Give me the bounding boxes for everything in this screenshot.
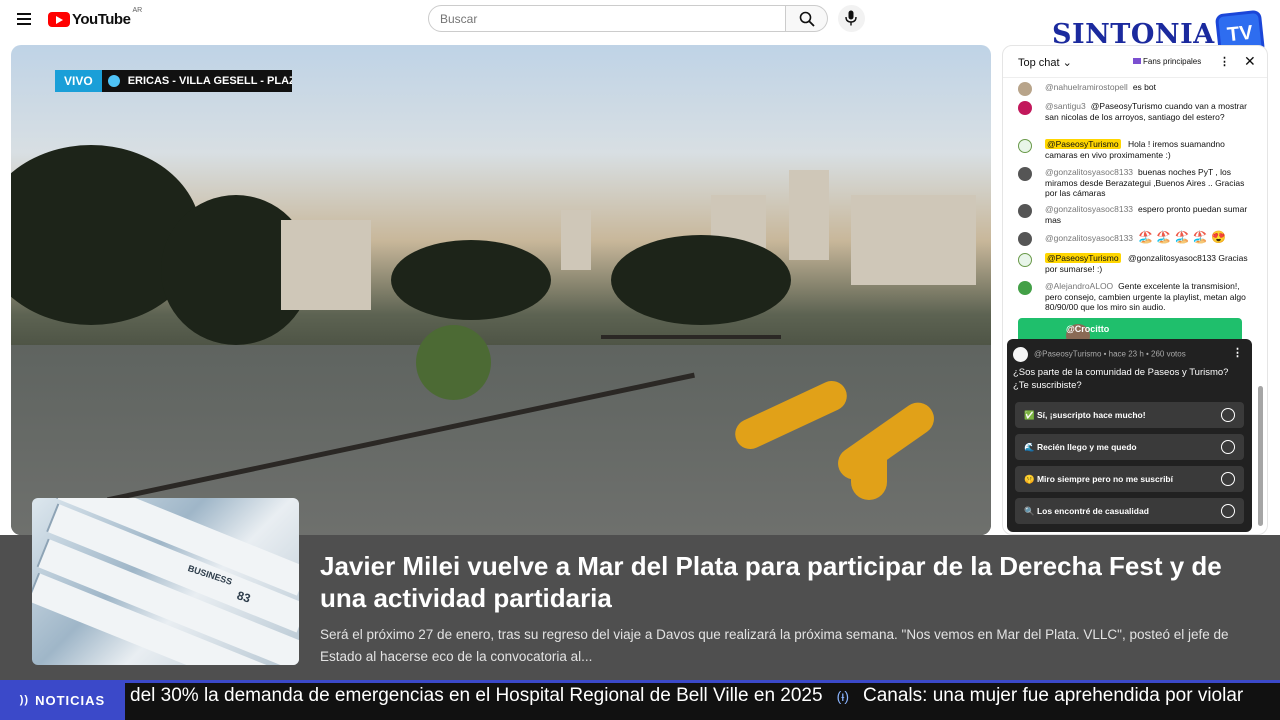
avatar [1018,253,1032,267]
poll-card: @PaseosyTurismo • hace 23 h • 260 votos … [1007,339,1252,532]
radio-icon [1221,504,1235,518]
poll-option[interactable]: 🤫 Miro siempre pero no me suscribí [1015,466,1244,492]
chat-message: @gonzalitosyasoc8133 🏖️ 🏖️ 🏖️ 🏖️ 😍 [1018,230,1248,246]
chat-text: es bot [1132,82,1156,92]
poll-meta: @PaseosyTurismo • hace 23 h • 260 votos [1013,347,1186,362]
poll-option[interactable]: 🌊 Recién llego y me quedo [1015,434,1244,460]
chat-username[interactable]: @santigu3 [1045,101,1086,111]
chat-message: @PaseosyTurismo @gonzalitosyasoc8133 Gra… [1018,253,1248,274]
avatar [1013,347,1028,362]
chat-username[interactable]: @gonzalitosyasoc8133 [1045,204,1133,214]
scene-bush [416,325,491,400]
radio-icon [1221,472,1235,486]
poll-option-label: 🔍 Los encontré de casualidad [1024,506,1149,516]
avatar [1018,281,1032,295]
mic-icon [845,10,857,26]
radio-icon [1221,408,1235,422]
ticker-text: del 30% la demanda de emergencias en el … [130,685,1243,707]
chat-username[interactable]: @nahuelramirostopell [1045,82,1128,92]
scene-slide [851,440,887,500]
chevron-down-icon: ⌄ [1062,57,1072,69]
logo-text: YouTube [72,10,131,28]
broadcast-icon: )) [19,694,30,706]
poll-option-label: 🤫 Miro siempre pero no me suscribí [1024,474,1173,484]
poll-more-options-icon[interactable]: ⋮ [1232,346,1243,359]
poll-option[interactable]: 🔍 Los encontré de casualidad [1015,498,1244,524]
voice-search-button[interactable] [838,5,865,32]
ticker-item: del 30% la demanda de emergencias en el … [130,685,823,706]
chat-message: @PaseosyTurismo Hola ! iremos suamandno … [1018,139,1248,160]
avatar [1018,232,1032,246]
chat-message: @gonzalitosyasoc8133 buenas noches PyT , … [1018,167,1248,199]
avatar [1018,139,1032,153]
scene-building [561,210,591,270]
chat-text: 🏖️ 🏖️ 🏖️ 🏖️ 😍 [1138,230,1227,244]
avatar [1018,101,1032,115]
scene-building [851,195,976,285]
camera-location-label: ERICAS - VILLA GESELL - PLAZ [127,75,292,87]
chat-message: @nahuelramirostopell es bot [1018,82,1248,96]
live-badge: VIVO [55,70,102,92]
news-thumbnail: BUSINESS 83 [32,498,299,665]
crown-icon [1133,58,1141,64]
scene-building [789,170,829,260]
chat-scrollbar[interactable] [1258,386,1263,526]
chat-username[interactable]: @AlejandroALOO [1045,281,1113,291]
chat-username[interactable]: @gonzalitosyasoc8133 [1045,233,1133,243]
camera-location: ERICAS - VILLA GESELL - PLAZ [101,70,292,92]
avatar [1018,167,1032,181]
top-chat-label: Top chat [1018,57,1060,69]
youtube-logo[interactable]: YouTube AR [48,7,143,29]
scene-tree [611,235,791,325]
ticker-label: )) NOTICIAS [0,680,125,720]
poll-option-label: 🌊 Recién llego y me quedo [1024,442,1137,452]
top-chat-dropdown[interactable]: Top chat ⌄ [1018,56,1072,69]
chat-message: @gonzalitosyasoc8133 espero pronto puedan… [1018,204,1248,225]
live-overlay: VIVO ERICAS - VILLA GESELL - PLAZ [55,70,292,92]
chat-username-owner[interactable]: @PaseosyTurismo [1045,139,1121,149]
search-button[interactable] [786,5,828,32]
radio-icon [1221,440,1235,454]
youtube-play-icon [48,11,70,27]
broadcast-icon: (ᵻ) [836,688,849,704]
poll-option-label: ✅ Sí, ¡suscripto hace mucho! [1024,410,1146,420]
ticker-accent-line [125,680,1280,683]
news-summary: Será el próximo 27 de enero, tras su reg… [320,627,1229,664]
ticker-label-text: NOTICIAS [35,692,106,708]
chat-username-owner[interactable]: @PaseosyTurismo [1045,253,1121,263]
ticker-item: Canals: una mujer fue aprehendida por vi… [863,685,1244,706]
scene-tree [391,240,551,320]
super-chat-username: @Crocitto [1066,324,1110,334]
more-options-icon[interactable]: ⋮ [1219,55,1230,69]
search-icon [799,11,815,27]
top-fans-label: Fans principales [1143,57,1202,66]
chat-message: @santigu3 @PaseosyTurismo cuando van a mo… [1018,101,1248,122]
poll-question: ¿Sos parte de la comunidad de Paseos y T… [1013,367,1229,391]
scene-building [281,220,371,310]
chat-username[interactable]: @gonzalitosyasoc8133 [1045,167,1133,177]
video-player[interactable]: VIVO ERICAS - VILLA GESELL - PLAZ [11,45,991,535]
location-pin-icon [107,75,120,87]
logo-country: AR [132,7,143,14]
search-input[interactable] [428,5,786,32]
news-ticker: )) NOTICIAS del 30% la demanda de emerge… [0,680,1280,720]
poll-meta-text: @PaseosyTurismo • hace 23 h • 260 votos [1034,349,1186,359]
close-icon[interactable]: ✕ [1244,53,1256,70]
menu-icon[interactable] [14,8,36,30]
avatar [1018,82,1032,96]
top-fans-button[interactable]: Fans principales [1133,57,1201,66]
chat-message: @AlejandroALOO Gente excelente la transmi… [1018,281,1248,313]
avatar [1018,204,1032,218]
news-headline: Javier Milei vuelve a Mar del Plata para… [320,551,1222,613]
scene-fence [601,335,781,339]
chat-header: Top chat ⌄ Fans principales ⋮ ✕ [1003,46,1267,78]
poll-option[interactable]: ✅ Sí, ¡suscripto hace mucho! [1015,402,1244,428]
